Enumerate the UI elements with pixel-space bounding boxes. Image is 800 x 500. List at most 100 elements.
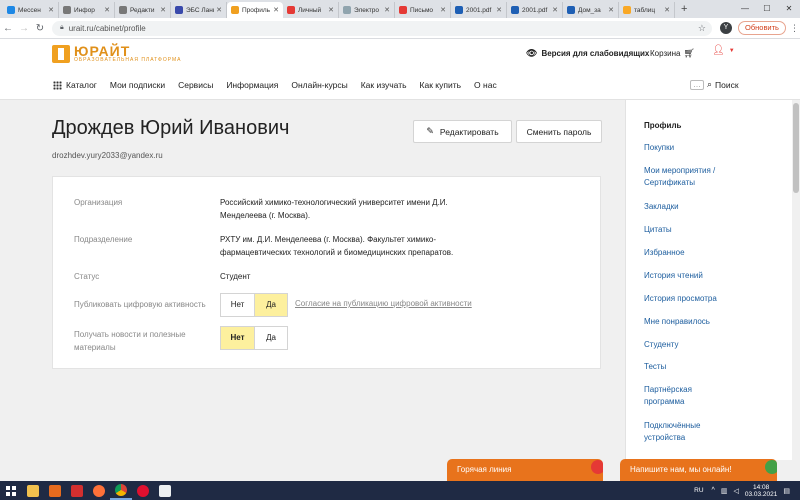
menu-item-about[interactable]: О нас — [474, 80, 497, 90]
taskbar-app-pdf[interactable] — [66, 481, 88, 500]
menu-item-information[interactable]: Информация — [226, 80, 278, 90]
volume-icon[interactable]: ◁ — [733, 487, 738, 495]
close-icon[interactable]: ✕ — [104, 6, 110, 14]
chevron-down-icon: ▼ — [728, 47, 735, 54]
chat-bubble-icon[interactable]: … — [690, 79, 704, 90]
scrollbar-thumb[interactable] — [793, 103, 799, 193]
bookmark-star-icon[interactable]: ☆ — [698, 23, 706, 34]
sidebar-item-bookmarks[interactable]: Закладки — [644, 201, 784, 213]
close-icon[interactable]: ✕ — [384, 6, 390, 14]
taskbar-app-media[interactable] — [44, 481, 66, 500]
minimize-icon[interactable]: — — [734, 0, 756, 18]
close-icon[interactable]: ✕ — [328, 6, 334, 14]
tab-title: ЭБС Лань — [186, 6, 215, 14]
sidebar-item-profile[interactable]: Профиль — [644, 120, 784, 132]
browser-tab[interactable]: Личный ✕ — [283, 2, 339, 18]
browser-tab[interactable]: таблиц ✕ — [619, 2, 675, 18]
consent-link[interactable]: Согласие на публикацию цифровой активнос… — [295, 299, 472, 308]
menu-item-how-to-study[interactable]: Как изучать — [361, 80, 407, 90]
publish-yes-option[interactable]: Да — [254, 294, 287, 316]
menu-item-how-to-buy[interactable]: Как купить — [420, 80, 462, 90]
back-icon[interactable]: ← — [0, 23, 16, 34]
edit-button[interactable]: ✎ Редактировать — [413, 120, 512, 143]
new-tab-button[interactable]: + — [681, 3, 687, 15]
sidebar-item-partner-program[interactable]: Партнёрская программа — [644, 384, 784, 408]
search-icon[interactable]: ⌕ — [707, 79, 712, 90]
clock[interactable]: 14:08 03.03.2021 — [745, 484, 778, 498]
close-icon[interactable]: ✕ — [48, 6, 54, 14]
close-icon[interactable]: ✕ — [273, 6, 279, 14]
taskbar-app-document[interactable] — [154, 481, 176, 500]
close-icon[interactable]: ✕ — [160, 6, 166, 14]
menu-item-catalog[interactable]: Каталог — [53, 80, 97, 90]
menu-item-online-courses[interactable]: Онлайн-курсы — [291, 80, 347, 90]
close-window-icon[interactable]: ✕ — [778, 0, 800, 18]
document-icon — [159, 484, 171, 497]
menu-item-subscriptions[interactable]: Мои подписки — [110, 80, 165, 90]
clock-time: 14:08 — [752, 483, 770, 491]
sidebar-item-favorites[interactable]: Избранное — [644, 247, 784, 259]
media-player-icon — [49, 484, 61, 497]
search-link[interactable]: Поиск — [715, 80, 739, 90]
start-button[interactable] — [0, 481, 22, 500]
browser-tab[interactable]: 2001.pdf ✕ — [451, 2, 507, 18]
close-icon[interactable]: ✕ — [216, 6, 222, 14]
sidebar-item-events[interactable]: Мои мероприятия / Сертификаты — [644, 165, 784, 189]
taskbar-app-explorer[interactable] — [22, 481, 44, 500]
url-input[interactable]: 🔒︎ urait.ru/cabinet/profile ☆ — [52, 20, 712, 36]
sidebar-item-purchases[interactable]: Покупки — [644, 142, 784, 154]
browser-tab[interactable]: Редакти ✕ — [115, 2, 171, 18]
user-menu[interactable]: 👤︎ ▼ — [712, 45, 735, 56]
sidebar-item-view-history[interactable]: История просмотра — [644, 293, 784, 305]
browser-tab[interactable]: Письмо ✕ — [395, 2, 451, 18]
close-icon[interactable]: ✕ — [664, 6, 670, 14]
profile-avatar[interactable]: Y — [720, 22, 732, 34]
sidebar-item-reading-history[interactable]: История чтений — [644, 270, 784, 282]
taskbar-app-chrome[interactable] — [110, 481, 132, 500]
kebab-menu-icon[interactable]: ⋮ — [790, 23, 799, 34]
department-value: РХТУ им. Д.И. Менделеева (г. Москва). Фа… — [220, 233, 453, 259]
close-icon[interactable]: ✕ — [496, 6, 502, 14]
tray-chevron-icon[interactable]: ^ — [712, 487, 715, 494]
sidebar-item-tests[interactable]: Тесты — [644, 361, 784, 373]
cart-link[interactable]: Корзина 🛒︎ — [650, 48, 695, 59]
hotline-widget[interactable]: Горячая линия — [447, 459, 603, 481]
sidebar-item-student[interactable]: Студенту — [644, 339, 784, 351]
browser-tab[interactable]: Электро ✕ — [339, 2, 395, 18]
network-icon[interactable]: ▥ — [721, 487, 728, 495]
forward-icon[interactable]: → — [16, 23, 32, 34]
notification-icon[interactable]: ▤ — [783, 487, 790, 495]
lock-icon[interactable]: 🔒︎ — [60, 24, 64, 32]
sidebar-item-liked[interactable]: Мне понравилось — [644, 316, 784, 328]
taskbar-app-opera[interactable] — [132, 481, 154, 500]
browser-tab-active[interactable]: Профиль ✕ — [227, 2, 283, 18]
close-icon[interactable]: ✕ — [440, 6, 446, 14]
online-chat-widget[interactable]: Напишите нам, мы онлайн! — [620, 459, 777, 481]
reload-icon[interactable]: ↻ — [32, 23, 48, 34]
close-icon[interactable]: ✕ — [552, 6, 558, 14]
tab-favicon-icon — [63, 6, 71, 14]
browser-tab[interactable]: Мессен ✕ — [3, 2, 59, 18]
browser-tab[interactable]: Инфор ✕ — [59, 2, 115, 18]
update-button[interactable]: Обновить — [738, 21, 786, 35]
tab-favicon-icon — [567, 6, 575, 14]
accessibility-link[interactable]: 👁︎ Версия для слабовидящих — [526, 48, 649, 59]
taskbar-app-firefox[interactable] — [88, 481, 110, 500]
news-no-option[interactable]: Нет — [221, 327, 254, 349]
menu-item-services[interactable]: Сервисы — [178, 80, 213, 90]
browser-tab[interactable]: ЭБС Лань ✕ — [171, 2, 227, 18]
site-logo[interactable]: ЮРАЙТ ОБРАЗОВАТЕЛЬНАЯ ПЛАТФОРМА — [52, 42, 182, 66]
close-icon[interactable]: ✕ — [608, 6, 614, 14]
sidebar-item-devices[interactable]: Подключённые устройства — [644, 420, 784, 444]
page-scrollbar[interactable] — [792, 100, 800, 460]
news-yes-option[interactable]: Да — [254, 327, 287, 349]
language-indicator[interactable]: RU — [694, 487, 703, 494]
browser-tab[interactable]: Дом_за ✕ — [563, 2, 619, 18]
change-password-button[interactable]: Сменить пароль — [516, 120, 602, 143]
address-bar: ← → ↻ 🔒︎ urait.ru/cabinet/profile ☆ Y Об… — [0, 18, 800, 39]
publish-no-option[interactable]: Нет — [221, 294, 254, 316]
tab-title: Редакти — [130, 6, 155, 14]
browser-tab[interactable]: 2001.pdf ✕ — [507, 2, 563, 18]
maximize-icon[interactable]: ☐ — [756, 0, 778, 18]
sidebar-item-quotes[interactable]: Цитаты — [644, 224, 784, 236]
